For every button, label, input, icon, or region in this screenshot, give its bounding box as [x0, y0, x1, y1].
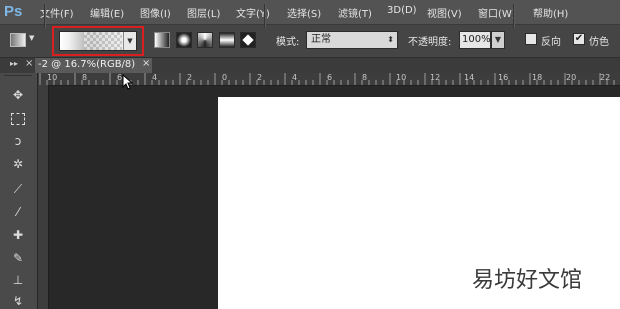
ruler-number: 20	[566, 73, 577, 82]
menu-item[interactable]: 图层(L)	[187, 5, 220, 20]
separator	[513, 4, 515, 28]
gradient-tool-icon	[10, 33, 26, 47]
ruler-number: 12	[430, 73, 441, 82]
move-tool-icon[interactable]: ✥	[9, 87, 27, 103]
chevron-down-icon[interactable]: ▼	[491, 31, 505, 49]
ruler-number: 18	[532, 73, 543, 82]
ruler-number: 2	[257, 73, 263, 82]
separator	[264, 4, 266, 28]
ruler-number: 16	[498, 73, 509, 82]
clone-stamp-tool-icon[interactable]: ⊥	[9, 272, 27, 288]
reverse-label: 反向	[541, 37, 561, 48]
menu-item[interactable]: 视图(V)	[427, 5, 462, 20]
menu-item[interactable]: 滤镜(T)	[338, 5, 372, 20]
highlight-box	[52, 26, 144, 56]
mode-value: 正常	[311, 34, 331, 45]
magic-wand-tool-icon[interactable]: ✲	[9, 156, 27, 172]
tool-preset-picker[interactable]: ▼	[8, 31, 38, 49]
chevron-down-icon: ▼	[29, 34, 35, 42]
menu-item[interactable]: 图像(I)	[140, 5, 171, 20]
ruler-number: 10	[47, 73, 58, 82]
history-brush-tool-icon[interactable]: ↯	[9, 293, 27, 309]
linear-gradient-button[interactable]	[154, 32, 170, 48]
mode-label: 模式:	[276, 37, 300, 48]
menu-item[interactable]: 选择(S)	[287, 5, 321, 20]
collapse-panel-icon[interactable]: ▸▸	[10, 59, 18, 68]
ruler-number: 8	[362, 73, 368, 82]
ruler-number: 8	[82, 73, 88, 82]
vertical-ruler[interactable]	[38, 85, 49, 309]
cursor-icon	[122, 74, 134, 90]
ruler-number: 4	[292, 73, 298, 82]
radial-gradient-button[interactable]	[176, 32, 192, 48]
separator	[44, 4, 46, 28]
close-icon[interactable]: ×	[25, 58, 33, 69]
ruler-number: 2	[187, 73, 193, 82]
opacity-input[interactable]: 100%	[459, 31, 491, 49]
menu-item[interactable]: 帮助(H)	[533, 5, 568, 20]
marquee-tool-icon[interactable]	[9, 110, 27, 126]
toolbox-grip	[4, 75, 32, 76]
ruler-number: 14	[464, 73, 475, 82]
healing-brush-tool-icon[interactable]: ✚	[9, 227, 27, 243]
angle-gradient-button[interactable]	[197, 32, 213, 48]
ruler-number: 6	[327, 73, 333, 82]
menu-item[interactable]: 3D(D)	[387, 5, 417, 16]
crop-tool-icon[interactable]: ⟋	[9, 181, 27, 197]
diamond-gradient-button[interactable]	[240, 32, 256, 48]
close-icon[interactable]: ×	[142, 58, 150, 69]
brush-tool-icon[interactable]: ✎	[9, 250, 27, 266]
reverse-checkbox[interactable]	[525, 33, 537, 45]
photoshop-logo: Ps	[4, 3, 23, 20]
updown-caret-icon: ⬍	[387, 35, 394, 44]
ruler-number: 0	[222, 73, 228, 82]
menu-item[interactable]: 窗口(W)	[478, 5, 516, 20]
reflected-gradient-button[interactable]	[219, 32, 235, 48]
dither-label: 仿色	[589, 37, 609, 48]
opacity-label: 不透明度:	[408, 37, 452, 48]
dither-checkbox[interactable]: ✔	[573, 33, 585, 45]
ruler-number: 4	[152, 73, 158, 82]
toolbox: ✥ ↄ ✲ ⟋ ⁄ ✚ ✎ ⊥ ↯	[0, 73, 38, 309]
ruler-number: 10	[396, 73, 407, 82]
watermark-text: 易坊好文馆	[472, 268, 583, 293]
ruler-number: 22	[600, 73, 611, 82]
mode-select[interactable]: 正常 ⬍	[306, 31, 398, 49]
document-tab-label: -2 @ 16.7%(RGB/8)	[38, 59, 136, 70]
lasso-tool-icon[interactable]: ↄ	[9, 133, 27, 149]
menu-item[interactable]: 编辑(E)	[90, 5, 124, 20]
eyedropper-tool-icon[interactable]: ⁄	[9, 204, 27, 220]
diamond-icon	[242, 34, 254, 46]
